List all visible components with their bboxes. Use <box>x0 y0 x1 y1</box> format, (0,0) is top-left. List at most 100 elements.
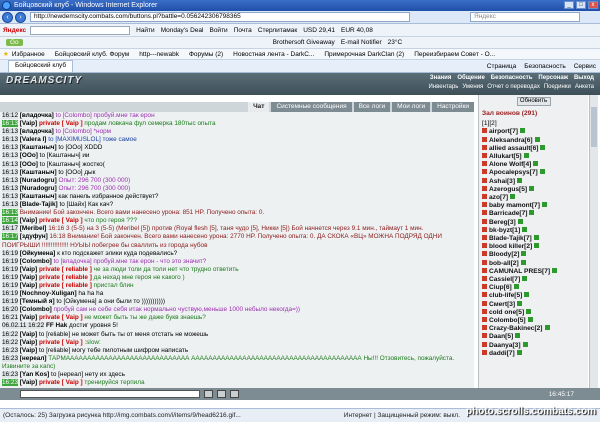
info-icon[interactable] <box>552 267 558 273</box>
info-icon[interactable] <box>534 243 540 249</box>
tab-system[interactable]: Системные сообщения <box>271 102 352 112</box>
user-name[interactable]: Bloody[2] <box>489 251 519 258</box>
chat-nick[interactable]: FF Hak <box>46 322 67 329</box>
user-item[interactable]: bob-all[2] <box>479 259 588 268</box>
info-icon[interactable] <box>527 317 533 323</box>
user-item[interactable]: Barricade[7] <box>479 210 588 218</box>
chat-nick[interactable]: [Каштаныч] <box>20 144 57 151</box>
info-icon[interactable] <box>529 185 535 191</box>
info-icon[interactable] <box>523 153 529 159</box>
user-item[interactable]: Ciup[6] <box>479 284 588 292</box>
user-item[interactable]: Blade-Tajik[7] <box>479 235 588 243</box>
user-name[interactable]: Cмert[3] <box>489 301 515 308</box>
toolbar-item[interactable]: USD 29,41 <box>303 27 335 34</box>
menu-fights[interactable]: Поединки <box>544 84 571 90</box>
user-name[interactable]: Cassiel[7] <box>489 276 520 283</box>
user-name[interactable]: Azerogus[5] <box>489 186 527 193</box>
user-name[interactable]: club-life[5] <box>489 292 522 299</box>
toolbar-item[interactable]: EUR 40,08 <box>341 27 373 34</box>
user-name[interactable]: Bereg[3] <box>489 219 516 226</box>
menu-security[interactable]: Безопасность <box>491 75 533 81</box>
close-button[interactable]: x <box>588 1 598 9</box>
favorite-link[interactable]: Форумы (2) <box>189 51 223 58</box>
refresh-button[interactable]: Обновить <box>516 97 551 106</box>
private-tag[interactable]: private [ Vaip ] <box>39 379 83 386</box>
favorite-link[interactable]: http---newabk <box>139 51 179 58</box>
toolbar-item[interactable]: Monday's Deal <box>161 27 204 34</box>
user-name[interactable]: Ashai[3] <box>489 178 515 185</box>
info-icon[interactable] <box>522 276 528 282</box>
menu-character[interactable]: Персонаж <box>538 75 568 81</box>
chat-nick[interactable]: [здуфун] <box>20 233 48 240</box>
chat-nick[interactable]: [Темный я] <box>20 298 55 305</box>
weather-item[interactable]: 23°C <box>388 39 403 46</box>
search-input[interactable]: Яндекс <box>470 12 580 22</box>
user-item[interactable]: CAMUNAL PRES[7] <box>479 267 588 276</box>
user-name[interactable]: Blade-Tajik[7] <box>489 235 532 242</box>
user-item[interactable]: Ashai[3] <box>479 177 588 186</box>
info-icon[interactable] <box>517 218 523 224</box>
user-item[interactable]: Bereg[3] <box>479 218 588 227</box>
info-icon[interactable] <box>521 251 527 257</box>
private-tag[interactable]: private [ Vaip ] <box>39 339 83 346</box>
user-item[interactable]: Daan[5] <box>479 333 588 341</box>
user-item[interactable]: Azerogus[5] <box>479 185 588 194</box>
user-name[interactable]: Daanya[3] <box>489 342 521 349</box>
private-tag[interactable]: private [ Vaip ] <box>39 314 83 321</box>
private-tag[interactable]: private [ reliable ] <box>39 266 92 273</box>
minimize-button[interactable]: _ <box>564 1 574 9</box>
chat-nick[interactable]: [Meribel] <box>20 225 47 232</box>
user-item[interactable]: daddi[7] <box>479 349 588 358</box>
toolbar-item[interactable]: Brothersoft Giveaway <box>273 39 335 46</box>
chat-nick[interactable]: [Vaip] <box>20 217 37 224</box>
toolbar-item[interactable]: Войти <box>209 27 227 34</box>
info-icon[interactable] <box>522 341 528 347</box>
user-item[interactable]: blood killer[2] <box>479 243 588 251</box>
info-icon[interactable] <box>510 194 516 200</box>
info-icon[interactable] <box>529 210 535 216</box>
private-tag[interactable]: private [ Vaip ] <box>39 217 83 224</box>
user-item[interactable]: azo[7] <box>479 194 588 202</box>
info-icon[interactable] <box>541 202 547 208</box>
user-name[interactable]: cold one[5] <box>489 309 524 316</box>
favorite-link[interactable]: Бойцовский клуб. Форум <box>55 51 129 58</box>
chat-nick[interactable]: [нереал] <box>20 355 47 362</box>
info-icon[interactable] <box>524 292 530 298</box>
star-icon[interactable]: ★ <box>3 50 9 58</box>
yandex-search-input[interactable] <box>30 25 131 35</box>
send-button[interactable] <box>204 390 213 398</box>
tab-all-logs[interactable]: Все логи <box>353 102 391 112</box>
user-name[interactable]: Barricade[7] <box>489 210 527 217</box>
info-icon[interactable] <box>520 259 526 265</box>
chat-nick[interactable]: [OOo] <box>20 152 38 159</box>
chat-nick[interactable]: [Blade-Tajik] <box>20 201 58 208</box>
pagination[interactable]: [1][2] <box>479 120 588 128</box>
info-icon[interactable] <box>513 284 519 290</box>
go-button[interactable]: Go <box>6 39 23 46</box>
user-item[interactable]: Daanya[3] <box>479 341 588 350</box>
user-item[interactable]: club-life[5] <box>479 292 588 300</box>
user-name[interactable]: baby mamont[7] <box>489 202 540 209</box>
info-icon[interactable] <box>517 300 523 306</box>
chat-nick[interactable]: [Vaip] <box>20 379 37 386</box>
chat-nick[interactable]: [Colombo] <box>20 306 52 313</box>
favorites-button[interactable]: Избранное <box>12 51 45 58</box>
chat-nick[interactable]: [владочка] <box>20 128 54 135</box>
chat-nick[interactable]: [владочка] <box>20 112 54 119</box>
tab-combats[interactable]: Бойцовский клуб <box>8 60 74 72</box>
user-name[interactable]: Alone Wolf[4] <box>489 161 531 168</box>
url-input[interactable]: http://newdemscity.combats.com/buttons.p… <box>30 12 410 22</box>
user-item[interactable]: Cassiel[7] <box>479 276 588 284</box>
chat-nick[interactable]: [Vaip] <box>20 314 37 321</box>
favorite-link[interactable]: Переизбираем Совет - О... <box>414 51 495 58</box>
user-item[interactable]: Crazy-Bakinec[2] <box>479 325 588 333</box>
user-name[interactable]: Apocalepsys[7] <box>489 169 538 176</box>
user-name[interactable]: CAMUNAL PRES[7] <box>489 268 550 275</box>
user-item[interactable]: Apocalepsys[7] <box>479 169 588 177</box>
info-icon[interactable] <box>533 161 539 167</box>
clear-button[interactable] <box>217 390 226 398</box>
chat-nick[interactable]: [Vaip] <box>20 274 37 281</box>
scrollbar[interactable] <box>589 95 598 388</box>
favorite-link[interactable]: Примерочная DarkClan (2) <box>324 51 404 58</box>
toolbar-item[interactable]: Стерлитамак <box>258 27 297 34</box>
